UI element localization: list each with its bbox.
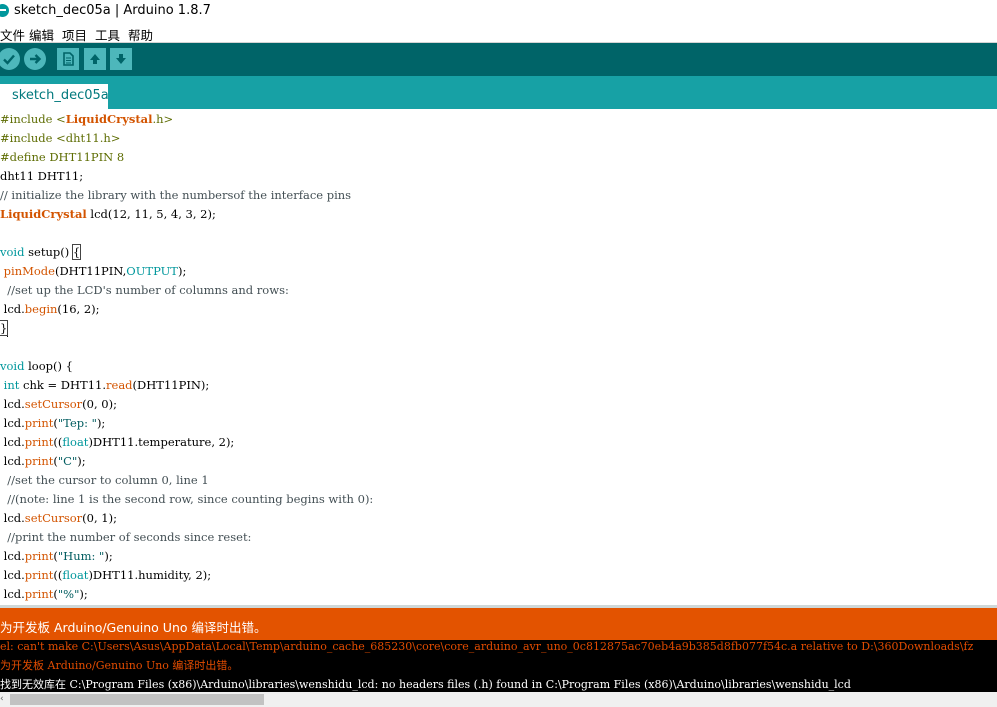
title-bar: sketch_dec05a | Arduino 1.8.7 [0, 0, 997, 23]
code-editor[interactable]: #include <LiquidCrystal.h> #include <dht… [0, 109, 997, 605]
new-button[interactable] [57, 48, 79, 70]
tab-strip: sketch_dec05a [0, 76, 997, 109]
new-icon [63, 52, 74, 66]
status-message: 为开发板 Arduino/Genuino Uno 编译时出错。 [0, 620, 267, 635]
code-line: // initialize the library with the numbe… [0, 188, 352, 202]
verify-button[interactable] [0, 48, 20, 70]
window-title: sketch_dec05a | Arduino 1.8.7 [14, 3, 211, 18]
code-line: #include <LiquidCrystal.h> [0, 112, 174, 126]
scrollbar-thumb[interactable] [10, 694, 264, 705]
menu-sketch[interactable]: 项目 [62, 25, 87, 44]
menu-bar: 文件 编辑 项目 工具 帮助 [0, 23, 997, 43]
code-line: //(note: line 1 is the second row, since… [0, 492, 374, 506]
code-line: lcd.setCursor(0, 0); [0, 397, 117, 411]
code-line: void setup() { [0, 244, 82, 260]
code-line: lcd.print("C"); [0, 454, 86, 468]
save-button[interactable] [110, 48, 132, 70]
code-line: lcd.print("Tep: "); [0, 416, 106, 430]
code-line: LiquidCrystal lcd(12, 11, 5, 4, 3, 2); [0, 207, 216, 221]
code-line: lcd.begin(16, 2); [0, 302, 100, 316]
console-line: 找到无效库在 C:\Program Files (x86)\Arduino\li… [0, 678, 851, 691]
save-icon [116, 54, 126, 64]
code-line: //print the number of seconds since rese… [0, 530, 252, 544]
status-bar: 为开发板 Arduino/Genuino Uno 编译时出错。 [0, 608, 997, 640]
menu-file[interactable]: 文件 [0, 25, 25, 44]
code-line: #define DHT11PIN 8 [0, 150, 125, 164]
code-line: dht11 DHT11; [0, 169, 84, 183]
tab-sketch[interactable]: sketch_dec05a [0, 84, 109, 109]
menu-tools[interactable]: 工具 [95, 25, 120, 44]
code-line: } [0, 320, 9, 337]
open-icon [90, 54, 100, 64]
verify-icon [3, 54, 15, 65]
toolbar [0, 43, 997, 76]
menu-edit[interactable]: 编辑 [29, 25, 54, 44]
text-caret [7, 321, 9, 337]
code-line: lcd.print("Hum: "); [0, 549, 113, 563]
code-line: #include <dht11.h> [0, 131, 121, 145]
code-line: void loop() { [0, 359, 73, 373]
menu-help[interactable]: 帮助 [128, 25, 153, 44]
code-line: //set up the LCD's number of columns and… [0, 283, 289, 297]
open-button[interactable] [84, 48, 106, 70]
upload-button[interactable] [24, 48, 46, 70]
code-line: //set the cursor to column 0, line 1 [0, 473, 209, 487]
code-line: int chk = DHT11.read(DHT11PIN); [3, 378, 210, 392]
code-line: lcd.print((float)DHT11.temperature, 2); [0, 435, 235, 449]
arduino-logo-icon [0, 4, 9, 17]
code-line: lcd.print("%"); [0, 587, 88, 601]
code-line: lcd.setCursor(0, 1); [0, 511, 117, 525]
code-line: lcd.print((float)DHT11.humidity, 2); [0, 568, 212, 582]
scroll-left-arrow-icon[interactable]: ‹ [0, 692, 8, 707]
upload-icon [30, 54, 42, 64]
console-horizontal-scrollbar[interactable]: ‹ [0, 692, 997, 707]
tab-label: sketch_dec05a [12, 88, 109, 103]
console-line: el: can't make C:\Users\Asus\AppData\Loc… [0, 640, 974, 653]
console-line: 为开发板 Arduino/Genuino Uno 编译时出错。 [0, 659, 239, 672]
code-line: pinMode(DHT11PIN,OUTPUT); [3, 264, 187, 278]
console-output[interactable]: el: can't make C:\Users\Asus\AppData\Loc… [0, 640, 997, 692]
